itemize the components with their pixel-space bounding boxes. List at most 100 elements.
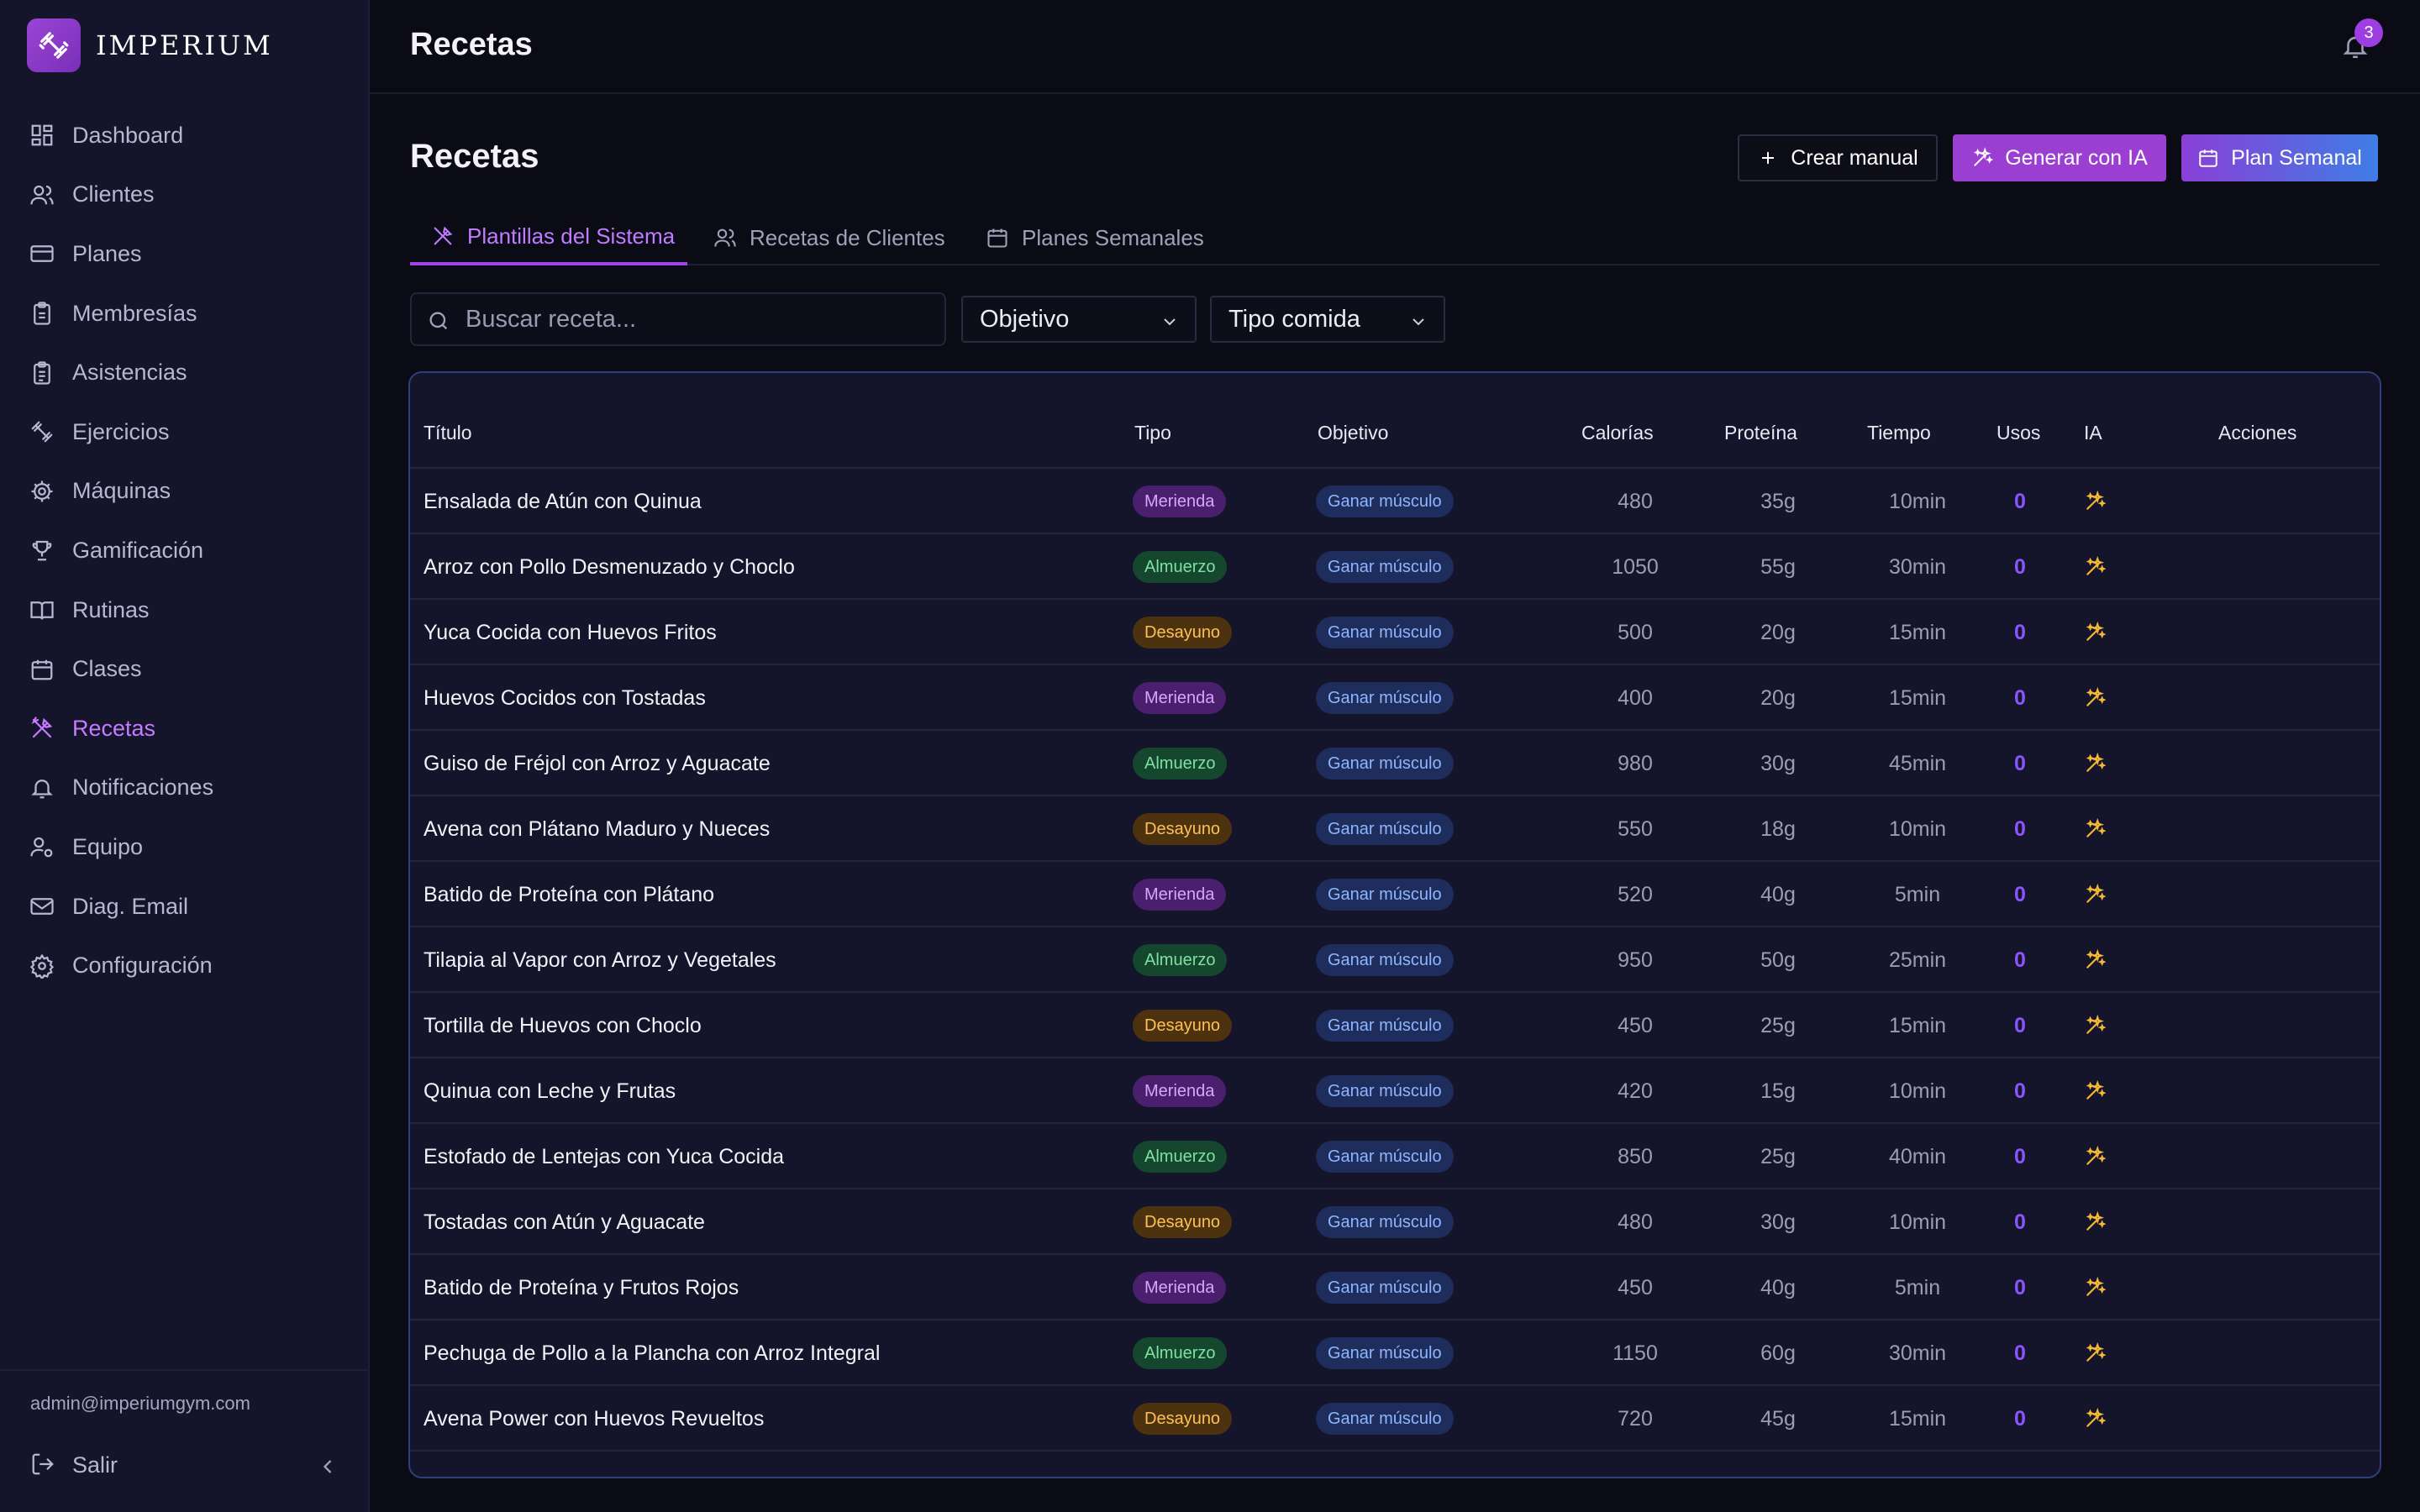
chevron-left-icon[interactable] xyxy=(316,1455,339,1478)
sidebar-item-ejercicios[interactable]: Ejercicios xyxy=(17,402,353,462)
tab-label: Plantillas del Sistema xyxy=(467,223,676,249)
user-email: admin@imperiumgym.com xyxy=(30,1393,250,1414)
ai-sparkle-icon xyxy=(2084,1386,2118,1452)
table-row[interactable]: Estofado de Lentejas con Yuca Cocida Almu… xyxy=(410,1124,2380,1189)
ai-sparkle-icon xyxy=(2084,1320,2118,1386)
recipe-title: Guiso de Fréjol con Arroz y Aguacate xyxy=(424,751,771,775)
meal-type-filter-select[interactable]: Tipo comida xyxy=(1210,296,1445,343)
sidebar-item-equipo[interactable]: Equipo xyxy=(17,817,353,877)
generate-ai-button[interactable]: Generar con IA xyxy=(1953,134,2166,181)
table-row[interactable]: Ensalada de Atún con Quinua Merienda Ganar… xyxy=(410,469,2380,534)
protein-value: 18g xyxy=(1760,816,1796,841)
column-header-protein[interactable]: Proteína xyxy=(1724,422,1797,444)
table-row[interactable]: Arroz con Pollo Desmenuzado y Choclo Almu… xyxy=(410,534,2380,600)
table-row[interactable]: Guiso de Fréjol con Arroz y Aguacate Almu… xyxy=(410,731,2380,796)
uses-value: 0 xyxy=(2014,948,2026,972)
uses-value: 0 xyxy=(2014,685,2026,710)
tab-client-recipes[interactable]: Recetas de Clientes xyxy=(713,210,965,265)
header-title: Recetas xyxy=(410,27,533,62)
meal-type-cell: Almuerzo xyxy=(1133,1320,1228,1386)
goal-badge: Ganar músculo xyxy=(1316,1337,1454,1369)
sidebar-item-rutinas[interactable]: Rutinas xyxy=(17,580,353,640)
meal-type-badge: Desayuno xyxy=(1133,1010,1233,1042)
time-value: 15min xyxy=(1888,1406,1947,1431)
goal-badge: Ganar músculo xyxy=(1316,1141,1454,1173)
table-row[interactable]: Tilapia al Vapor con Arroz y Vegetales Al… xyxy=(410,927,2380,993)
time-value: 40min xyxy=(1888,1144,1947,1168)
sidebar-item-maquinas[interactable]: Máquinas xyxy=(17,462,353,522)
recipes-table: Título Tipo Objetivo Calorías Proteína T… xyxy=(408,371,2381,1478)
logout-button[interactable]: Salir xyxy=(30,1452,118,1478)
column-header-time[interactable]: Tiempo xyxy=(1867,422,1931,444)
sidebar-item-clientes[interactable]: Clientes xyxy=(17,165,353,225)
sidebar-item-membresias[interactable]: Membresías xyxy=(17,284,353,344)
uses-value: 0 xyxy=(2014,816,2026,841)
brand[interactable]: IMPERIUM xyxy=(27,18,273,72)
sidebar-item-notificaciones[interactable]: Notificaciones xyxy=(17,759,353,818)
sidebar-item-gamificacion[interactable]: Gamificación xyxy=(17,521,353,580)
page-title: Recetas xyxy=(410,138,539,175)
search-input[interactable] xyxy=(466,294,936,344)
table-row[interactable]: Tortilla de Huevos con Choclo Desayuno Gan… xyxy=(410,993,2380,1058)
meal-type-cell: Desayuno xyxy=(1133,600,1233,665)
meal-type-filter-value: Tipo comida xyxy=(1228,305,1360,333)
create-manual-button[interactable]: Crear manual xyxy=(1738,134,1938,181)
ai-sparkle-icon xyxy=(2084,796,2118,862)
sidebar-item-configuracion[interactable]: Configuración xyxy=(17,936,353,995)
sparkles-icon xyxy=(1971,147,1994,169)
table-row[interactable]: Batido de Proteína y Frutos Rojos Meriend… xyxy=(410,1255,2380,1320)
table-row[interactable]: Quinua con Leche y Frutas Merienda Ganar m… xyxy=(410,1058,2380,1124)
meal-type-cell: Almuerzo xyxy=(1133,534,1228,600)
weekly-plan-button[interactable]: Plan Semanal xyxy=(2181,134,2378,181)
ai-sparkle-icon xyxy=(2084,665,2118,731)
ai-sparkle-icon xyxy=(2084,927,2118,993)
sidebar-item-dashboard[interactable]: Dashboard xyxy=(17,106,353,165)
meal-type-badge: Merienda xyxy=(1133,682,1227,714)
sidebar-item-recetas[interactable]: Recetas xyxy=(17,699,353,759)
sidebar-item-asistencias[interactable]: Asistencias xyxy=(17,343,353,402)
sidebar-item-diag-email[interactable]: Diag. Email xyxy=(17,877,353,937)
recipe-title: Quinua con Leche y Frutas xyxy=(424,1079,676,1103)
time-value: 25min xyxy=(1888,948,1947,972)
sidebar-item-clases[interactable]: Clases xyxy=(17,639,353,699)
goal-badge: Ganar músculo xyxy=(1316,486,1454,517)
recipe-title: Estofado de Lentejas con Yuca Cocida xyxy=(424,1144,785,1168)
topbar: Recetas 3 xyxy=(370,0,2420,94)
meal-type-badge: Almuerzo xyxy=(1133,1337,1228,1369)
column-header-type[interactable]: Tipo xyxy=(1134,422,1171,444)
ai-sparkle-icon xyxy=(2084,534,2118,600)
sidebar-item-planes[interactable]: Planes xyxy=(17,224,353,284)
protein-value: 25g xyxy=(1760,1013,1796,1037)
meal-type-badge: Merienda xyxy=(1133,879,1227,911)
goal-cell: Ganar músculo xyxy=(1316,796,1454,862)
table-row[interactable]: Tostadas con Atún y Aguacate Desayuno Gana… xyxy=(410,1189,2380,1255)
meal-type-cell: Desayuno xyxy=(1133,796,1233,862)
tab-system-templates[interactable]: Plantillas del Sistema xyxy=(410,210,687,265)
sidebar-item-label: Rutinas xyxy=(72,596,150,622)
meal-type-badge: Desayuno xyxy=(1133,813,1233,845)
goal-badge: Ganar músculo xyxy=(1316,879,1454,911)
column-header-goal[interactable]: Objetivo xyxy=(1318,422,1388,444)
tab-label: Recetas de Clientes xyxy=(750,224,945,250)
tab-weekly-plans[interactable]: Planes Semanales xyxy=(985,210,1237,265)
column-header-title[interactable]: Título xyxy=(424,422,472,444)
table-row[interactable]: Pechuga de Pollo a la Plancha con Arroz … xyxy=(410,1320,2380,1386)
protein-value: 35g xyxy=(1760,489,1796,513)
goal-cell: Ganar músculo xyxy=(1316,1320,1454,1386)
meal-type-badge: Desayuno xyxy=(1133,1403,1233,1435)
table-row[interactable]: Avena con Plátano Maduro y Nueces Desayun… xyxy=(410,796,2380,862)
column-header-calories[interactable]: Calorías xyxy=(1581,422,1654,444)
table-row[interactable]: Huevos Cocidos con Tostadas Merienda Ganar… xyxy=(410,665,2380,731)
table-row[interactable]: Avena Power con Huevos Revueltos Desayuno… xyxy=(410,1386,2380,1452)
time-value: 30min xyxy=(1888,554,1947,579)
meal-type-cell: Merienda xyxy=(1133,862,1227,927)
table-row[interactable]: Batido de Proteína con Plátano Merienda Ga… xyxy=(410,862,2380,927)
goal-badge: Ganar músculo xyxy=(1316,1206,1454,1238)
ai-sparkle-icon xyxy=(2084,600,2118,665)
objective-filter-select[interactable]: Objetivo xyxy=(961,296,1197,343)
cog-icon xyxy=(29,478,55,505)
column-header-uses[interactable]: Usos xyxy=(1996,422,2040,444)
table-row[interactable]: Yuca Cocida con Huevos Fritos Desayuno Gan… xyxy=(410,600,2380,665)
goal-badge: Ganar músculo xyxy=(1316,1010,1454,1042)
column-header-ai[interactable]: IA xyxy=(2084,422,2102,444)
